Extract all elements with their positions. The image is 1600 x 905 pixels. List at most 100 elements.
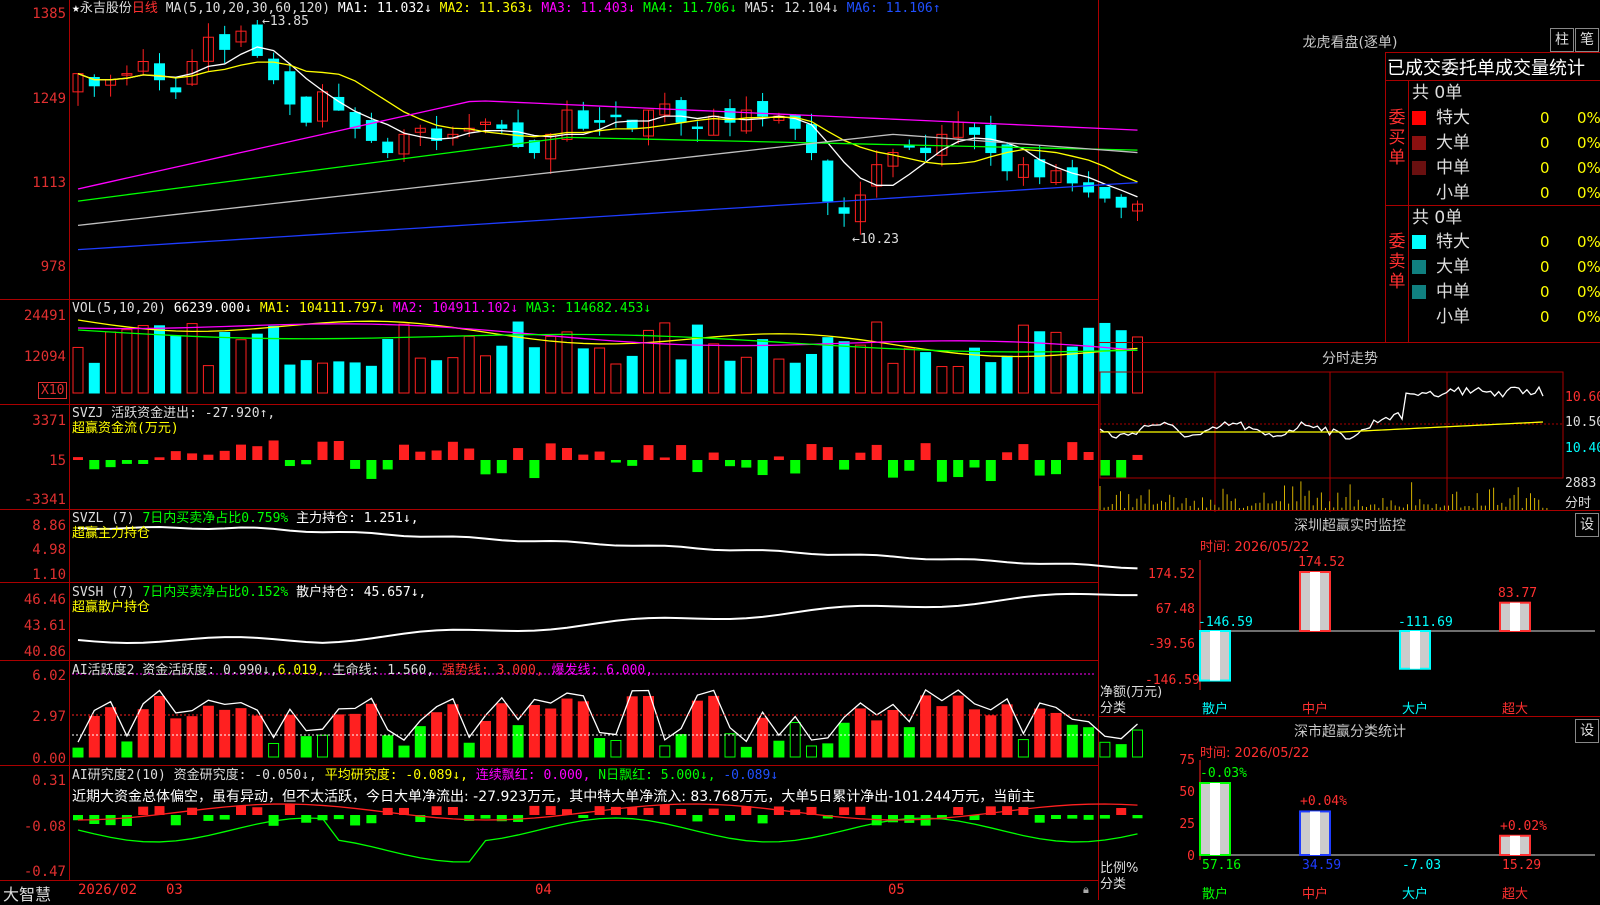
ma1-line xyxy=(77,46,1138,198)
ai-active-head: AI活跃度2 资金活跃度: 0.990↓, xyxy=(72,663,278,678)
bar-mode-button[interactable]: 柱 xyxy=(1550,28,1574,52)
ai-strong-line: 强势线: 3.000, xyxy=(434,663,544,678)
classify-bar-highlight xyxy=(1510,835,1520,855)
flow-bar xyxy=(676,445,687,460)
classify-settings-button[interactable]: 设 xyxy=(1575,719,1599,743)
candle-body xyxy=(496,124,508,129)
activity-bar xyxy=(1001,704,1013,758)
research-bar xyxy=(529,805,540,815)
flow-bar xyxy=(708,452,719,460)
svzl-subtitle: 超赢主力持仓 xyxy=(72,526,151,541)
x-label: 04 xyxy=(535,882,552,898)
stock-name[interactable]: 永吉股份 xyxy=(80,1,132,16)
flow-bar xyxy=(89,460,100,470)
monitor-time: 时间: 2026/05/22 xyxy=(1200,540,1310,555)
svsh-holding: 散户持仓: 45.657↓, xyxy=(288,585,427,600)
intraday-tick: 10.50 xyxy=(1565,415,1600,430)
flow-bar xyxy=(839,460,850,470)
candle-body xyxy=(1115,196,1127,208)
classify-bar-value: 57.16 xyxy=(1202,858,1242,873)
ma6-line xyxy=(77,181,1138,251)
ma3-line xyxy=(77,100,1138,190)
volume-bar xyxy=(88,362,100,394)
ai-research-tick: -0.08 xyxy=(23,819,66,835)
vol-unit-badge[interactable]: X10 xyxy=(38,382,68,399)
volume-bar xyxy=(480,355,491,394)
buy-color-swatch xyxy=(1412,111,1426,125)
candle-body xyxy=(300,96,312,123)
candle-body xyxy=(577,110,589,129)
monitor-bar-value: -146.59 xyxy=(1198,615,1253,630)
svzj-tick: 3371 xyxy=(32,413,66,429)
main-holding-line xyxy=(77,526,1138,570)
intraday-vol-unit: 分时 xyxy=(1565,496,1592,511)
volume-bar xyxy=(496,345,508,394)
activity-bar xyxy=(382,735,394,758)
activity-bar xyxy=(773,740,785,758)
activity-bar xyxy=(643,695,654,758)
volume-bar xyxy=(300,360,312,394)
svzl-tick: 4.98 xyxy=(32,542,66,558)
flow-bar xyxy=(317,441,328,460)
kline-canvas[interactable] xyxy=(0,0,1600,900)
research-bar xyxy=(676,808,687,815)
flow-bar xyxy=(953,460,964,478)
candle-body xyxy=(903,145,915,148)
volume-bar xyxy=(121,329,133,394)
ma4: MA4: 11.706↓ xyxy=(643,1,738,16)
activity-bar xyxy=(822,743,834,758)
volume-bar xyxy=(854,344,866,394)
intraday-tick: 10.40 xyxy=(1565,441,1600,456)
buy-order-label: 委买单 xyxy=(1388,108,1406,168)
research-bar xyxy=(350,815,361,826)
activity-bar xyxy=(789,722,801,758)
activity-bar xyxy=(969,709,980,758)
classify-category: 大户 xyxy=(1402,887,1429,902)
candle-body xyxy=(251,24,263,56)
monitor-settings-button[interactable]: 设 xyxy=(1575,513,1599,537)
sell-row-value: 0 xyxy=(1540,283,1550,301)
flow-bar xyxy=(692,460,703,473)
svzj-header: SVZJ 活跃资金进出: -27.920↑, xyxy=(72,406,276,421)
classify-xlabel: 分类 xyxy=(1100,877,1127,892)
research-bar xyxy=(447,806,458,815)
research-bar xyxy=(708,808,719,815)
sell-row-value: 0 xyxy=(1540,233,1550,251)
research-bar xyxy=(236,805,246,815)
lock-icon[interactable]: 🔒︎ xyxy=(1083,883,1089,897)
flow-bar xyxy=(985,460,996,482)
flow-bar xyxy=(871,444,882,460)
ai-active-tick: 2.97 xyxy=(32,709,66,725)
monitor-category: 散户 xyxy=(1202,702,1229,717)
flow-bar xyxy=(1067,442,1078,460)
sell-row-value: 0 xyxy=(1540,308,1550,326)
flow-bar xyxy=(366,460,377,479)
period-label[interactable]: 日线 xyxy=(132,1,158,16)
flow-bar xyxy=(154,457,165,460)
activity-bar xyxy=(186,716,198,758)
activity-bar xyxy=(903,727,915,758)
tick-mode-button[interactable]: 笔 xyxy=(1575,28,1599,52)
research-bar xyxy=(170,815,181,826)
activity-bar xyxy=(202,705,214,758)
flow-bar xyxy=(659,457,670,460)
volume-bar xyxy=(1115,330,1127,394)
ai-tail: -0.089↓ xyxy=(715,768,779,783)
ai-active-tick: 0.00 xyxy=(32,751,66,767)
flow-bar xyxy=(464,448,475,460)
buy-color-swatch xyxy=(1412,136,1426,150)
ai-active-header: AI活跃度2 资金活跃度: 0.990↓,6.019, 生命线: 1.560, … xyxy=(72,663,653,679)
flow-bar xyxy=(121,460,132,464)
flow-bar xyxy=(594,451,605,460)
flow-bar xyxy=(1018,444,1029,460)
volume-bar xyxy=(349,362,361,394)
sell-row-percent: 0% xyxy=(1577,308,1600,326)
flow-bar xyxy=(138,460,149,464)
ma3: MA3: 11.403↓ xyxy=(541,1,636,16)
research-bar xyxy=(203,815,214,821)
sell-row-percent: 0% xyxy=(1577,283,1600,301)
activity-bar xyxy=(1066,724,1078,758)
activity-bar xyxy=(137,709,149,758)
flow-bar xyxy=(529,460,540,479)
activity-bar xyxy=(577,701,589,758)
